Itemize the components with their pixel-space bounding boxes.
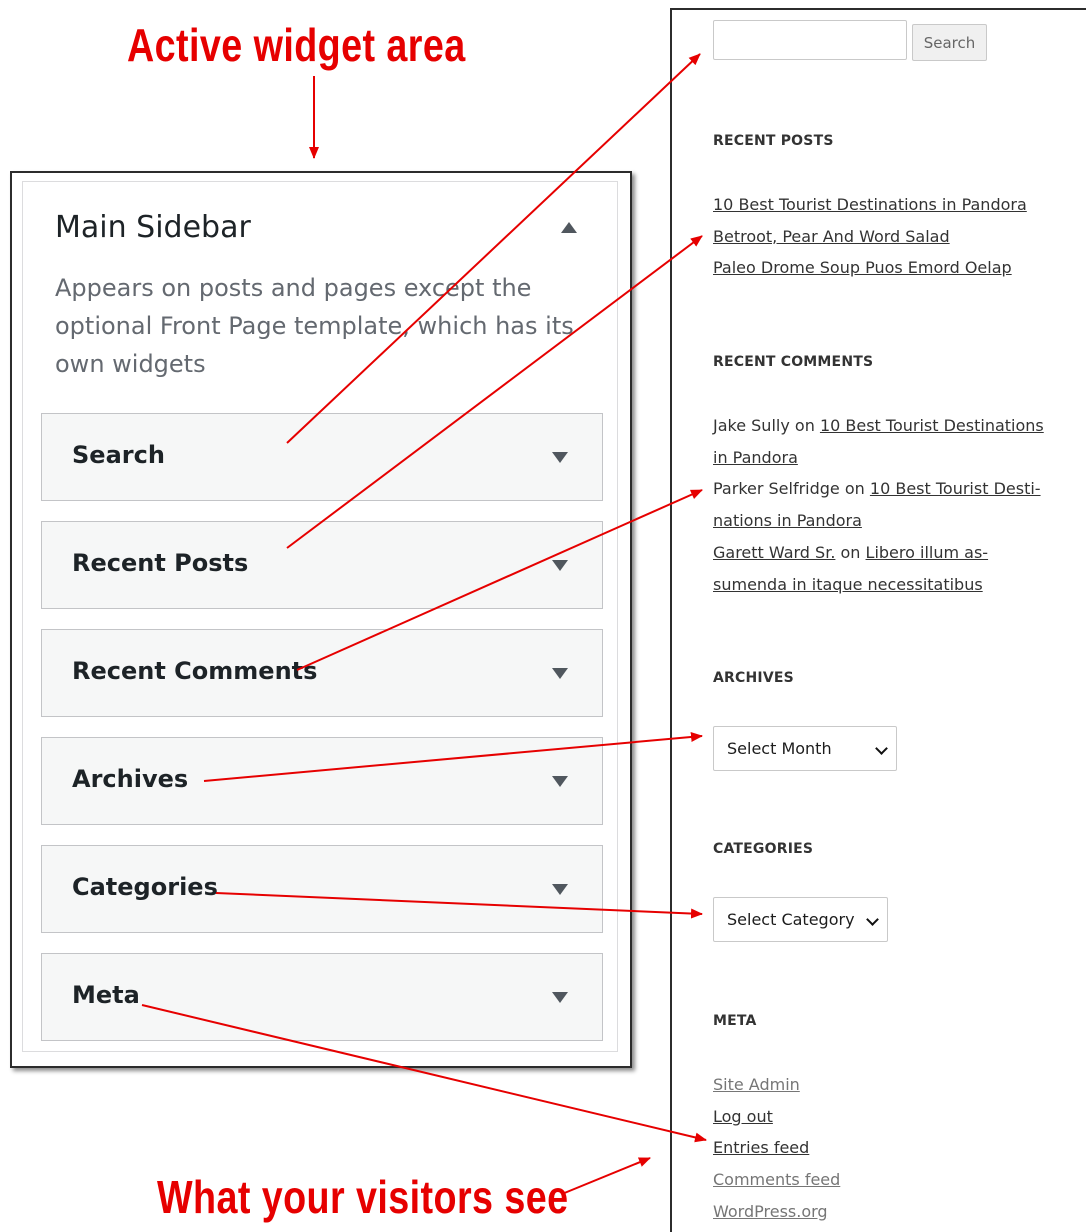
search-input[interactable] bbox=[713, 20, 907, 60]
search-button[interactable]: Search bbox=[912, 24, 987, 61]
widget-panel: Main Sidebar Appears on posts and pages … bbox=[10, 171, 632, 1068]
post-link[interactable]: Paleo Drome Soup Puos Emord Oelap bbox=[713, 258, 1012, 277]
widget-meta[interactable]: Meta bbox=[41, 953, 603, 1041]
widget-label: Recent Comments bbox=[72, 657, 318, 685]
annotation-visitors-see: What your visitors see bbox=[157, 1171, 569, 1223]
list-item: Betroot, Pear And Word Salad bbox=[713, 221, 1053, 253]
recent-posts-list: 10 Best Tourist Destinations in Pandora … bbox=[713, 189, 1053, 284]
list-item: Log out bbox=[713, 1101, 1053, 1133]
list-item: 10 Best Tourist Destinations in Pandora bbox=[713, 189, 1053, 221]
comment-post-link[interactable]: sumenda in itaque necessitatibus bbox=[713, 575, 983, 594]
list-item: Comments feed bbox=[713, 1164, 1053, 1196]
widget-label: Categories bbox=[72, 873, 218, 901]
comment-author: Parker Selfridge bbox=[713, 479, 840, 499]
entries-feed-link[interactable]: Entries feed bbox=[713, 1138, 809, 1157]
archives-select[interactable]: Select Month bbox=[713, 726, 897, 771]
expand-down-icon[interactable] bbox=[552, 776, 568, 787]
expand-down-icon[interactable] bbox=[552, 452, 568, 463]
sidebar-title: Main Sidebar bbox=[55, 210, 251, 245]
widget-recent-posts[interactable]: Recent Posts bbox=[41, 521, 603, 609]
arrow-visitors bbox=[561, 1157, 651, 1195]
categories-heading: CATEGORIES bbox=[713, 841, 814, 857]
widget-categories[interactable]: Categories bbox=[41, 845, 603, 933]
widget-label: Archives bbox=[72, 765, 189, 793]
post-link[interactable]: Betroot, Pear And Word Salad bbox=[713, 227, 950, 246]
expand-down-icon[interactable] bbox=[552, 560, 568, 571]
list-item: WordPress.org bbox=[713, 1196, 1053, 1228]
wordpress-org-link[interactable]: WordPress.org bbox=[713, 1202, 828, 1221]
log-out-link[interactable]: Log out bbox=[713, 1107, 773, 1126]
annotation-active-widget-area: Active widget area bbox=[127, 19, 466, 71]
meta-list: Site Admin Log out Entries feed Comments… bbox=[713, 1069, 1053, 1228]
widget-recent-comments[interactable]: Recent Comments bbox=[41, 629, 603, 717]
comment-post-link[interactable]: in Pandora bbox=[713, 448, 798, 467]
meta-heading: META bbox=[713, 1013, 757, 1029]
comment-post-link[interactable]: Libero illum as- bbox=[866, 543, 989, 562]
comment-author: Jake Sully bbox=[713, 416, 790, 435]
comment-post-link[interactable]: 10 Best Tourist Destinations bbox=[820, 416, 1044, 435]
main-sidebar-widget-area: Main Sidebar Appears on posts and pages … bbox=[22, 181, 618, 1052]
widget-label: Meta bbox=[72, 981, 140, 1009]
chevron-down-icon bbox=[875, 742, 888, 755]
comment-item: Parker Selfridge on 10 Best Tourist Dest… bbox=[713, 473, 1053, 536]
list-item: Paleo Drome Soup Puos Emord Oelap bbox=[713, 252, 1053, 284]
archives-heading: ARCHIVES bbox=[713, 670, 794, 686]
collapse-up-icon[interactable] bbox=[561, 222, 577, 233]
comment-on: on bbox=[844, 479, 865, 499]
comment-on: on bbox=[794, 416, 815, 435]
recent-comments-heading: RECENT COMMENTS bbox=[713, 354, 874, 370]
comments-feed-link[interactable]: Comments feed bbox=[713, 1170, 840, 1189]
widget-label: Recent Posts bbox=[72, 549, 249, 577]
list-item: Entries feed bbox=[713, 1132, 1053, 1164]
categories-select[interactable]: Select Category bbox=[713, 897, 888, 942]
sidebar-description: Appears on posts and pages except the op… bbox=[55, 274, 574, 378]
list-item: Site Admin bbox=[713, 1069, 1053, 1101]
recent-comments-list: Jake Sully on 10 Best Tourist Destinatio… bbox=[713, 410, 1053, 600]
widget-label: Search bbox=[72, 441, 165, 469]
widget-search[interactable]: Search bbox=[41, 413, 603, 501]
site-admin-link[interactable]: Site Admin bbox=[713, 1075, 800, 1094]
expand-down-icon[interactable] bbox=[552, 884, 568, 895]
frontend-sidebar: Search RECENT POSTS 10 Best Tourist Dest… bbox=[670, 8, 1086, 1232]
expand-down-icon[interactable] bbox=[552, 992, 568, 1003]
expand-down-icon[interactable] bbox=[552, 668, 568, 679]
post-link[interactable]: 10 Best Tourist Destinations in Pandora bbox=[713, 195, 1027, 214]
comment-post-link[interactable]: nations in Pandora bbox=[713, 511, 862, 530]
chevron-down-icon bbox=[866, 913, 879, 926]
archives-select-value: Select Month bbox=[727, 739, 832, 758]
comment-post-link[interactable]: 10 Best Tourist Desti- bbox=[870, 479, 1041, 498]
categories-select-value: Select Category bbox=[727, 910, 855, 929]
comment-item: Garett Ward Sr. on Libero illum as- sume… bbox=[713, 537, 1053, 600]
comment-author-link[interactable]: Garett Ward Sr. bbox=[713, 543, 835, 562]
comment-item: Jake Sully on 10 Best Tourist Destinatio… bbox=[713, 410, 1053, 473]
recent-posts-heading: RECENT POSTS bbox=[713, 133, 834, 149]
widget-archives[interactable]: Archives bbox=[41, 737, 603, 825]
comment-on: on bbox=[840, 542, 861, 562]
